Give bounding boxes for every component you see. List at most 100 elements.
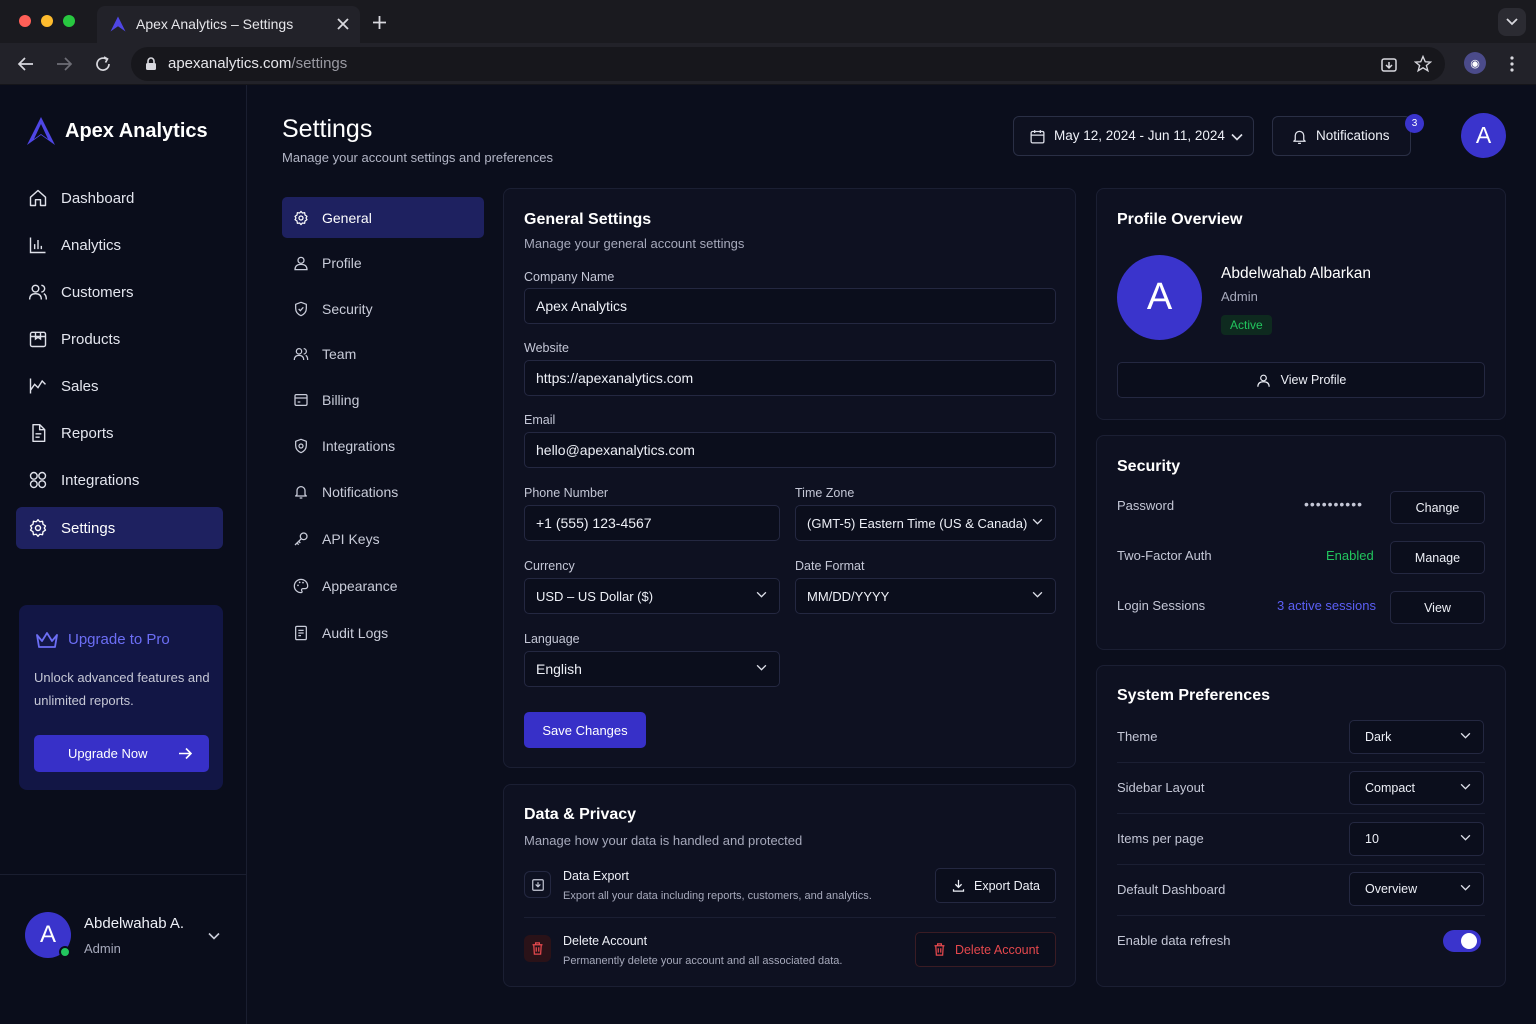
- divider: [1117, 864, 1485, 865]
- document-icon: [295, 625, 307, 640]
- maximize-window-button[interactable]: [63, 15, 75, 27]
- close-window-button[interactable]: [19, 15, 31, 27]
- default-dashboard-value: Overview: [1365, 882, 1418, 896]
- view-profile-button[interactable]: View Profile: [1117, 362, 1485, 398]
- reload-icon[interactable]: [94, 55, 112, 73]
- settings-tab-notifications[interactable]: Notifications: [282, 471, 484, 512]
- sidebar-layout-label: Sidebar Layout: [1117, 780, 1205, 795]
- chevron-down-icon: [1460, 884, 1471, 891]
- two-factor-status: Enabled: [1326, 548, 1374, 563]
- items-per-page-select[interactable]: 10: [1349, 822, 1484, 856]
- minimize-window-button[interactable]: [41, 15, 53, 27]
- sidebar-item-label: Products: [61, 330, 121, 348]
- gear-icon: [294, 210, 308, 225]
- sidebar-layout-select[interactable]: Compact: [1349, 771, 1484, 805]
- delete-account-button[interactable]: Delete Account: [915, 932, 1056, 967]
- toggle-knob: [1461, 933, 1477, 949]
- new-tab-icon[interactable]: [372, 15, 387, 30]
- sidebar-user-menu[interactable]: A Abdelwahab A. Admin: [0, 874, 247, 1024]
- website-label: Website: [524, 341, 569, 355]
- export-button-label: Export Data: [973, 878, 1040, 893]
- settings-tab-audit-logs[interactable]: Audit Logs: [282, 612, 484, 653]
- upgrade-text: Unlock advanced features and unlimited r…: [34, 670, 210, 708]
- settings-tab-integrations[interactable]: Integrations: [282, 425, 484, 466]
- sidebar-item-products[interactable]: Products: [16, 318, 223, 360]
- date-format-select[interactable]: MM/DD/YYYY: [795, 578, 1056, 614]
- back-arrow-icon[interactable]: [17, 55, 35, 73]
- divider: [1117, 762, 1485, 763]
- default-dashboard-select[interactable]: Overview: [1349, 872, 1484, 906]
- sidebar-item-integrations[interactable]: Integrations: [16, 459, 223, 501]
- url-text: apexanalytics.com/settings: [168, 55, 348, 72]
- install-app-icon[interactable]: [1380, 55, 1398, 73]
- app-root: Apex Analytics Dashboard Analytics Custo…: [0, 85, 1536, 1024]
- card-title: General Settings: [524, 211, 652, 228]
- browser-profile-avatar[interactable]: ◉: [1464, 52, 1486, 74]
- security-card: Security Password •••••••••• Change Two-…: [1096, 435, 1506, 650]
- lock-icon: [146, 57, 156, 70]
- close-tab-icon[interactable]: [336, 17, 350, 31]
- date-format-value: MM/DD/YYYY: [807, 588, 890, 604]
- sidebar: Apex Analytics Dashboard Analytics Custo…: [0, 85, 247, 1024]
- tab-search-button[interactable]: [1498, 8, 1526, 36]
- settings-tab-api-keys[interactable]: API Keys: [282, 518, 484, 559]
- sidebar-item-analytics[interactable]: Analytics: [16, 224, 223, 266]
- card-subtitle: Manage how your data is handled and prot…: [524, 833, 803, 848]
- settings-tab-general[interactable]: General: [282, 197, 484, 238]
- download-icon: [952, 879, 965, 892]
- upgrade-now-button[interactable]: Upgrade Now: [34, 735, 209, 772]
- data-refresh-toggle[interactable]: [1443, 930, 1481, 952]
- theme-select[interactable]: Dark: [1349, 720, 1484, 754]
- home-icon: [29, 189, 47, 207]
- user-icon: [1256, 374, 1270, 387]
- sidebar-item-dashboard[interactable]: Dashboard: [16, 177, 223, 219]
- settings-tab-security[interactable]: Security: [282, 288, 484, 329]
- notifications-button[interactable]: Notifications: [1272, 116, 1411, 156]
- trash-icon: [934, 943, 945, 956]
- website-input[interactable]: https://apexanalytics.com: [524, 360, 1056, 396]
- file-icon: [32, 423, 46, 443]
- sidebar-item-customers[interactable]: Customers: [16, 271, 223, 313]
- date-range-picker[interactable]: May 12, 2024 - Jun 11, 2024: [1013, 116, 1254, 156]
- card-title: Profile Overview: [1117, 211, 1243, 228]
- settings-tab-team[interactable]: Team: [282, 333, 484, 374]
- more-menu-icon[interactable]: [1509, 55, 1515, 73]
- language-select[interactable]: English: [524, 651, 780, 687]
- active-sessions-link[interactable]: 3 active sessions: [1277, 598, 1376, 613]
- bookmark-star-icon[interactable]: [1414, 55, 1432, 73]
- card-title: Data & Privacy: [524, 806, 637, 823]
- users-icon: [293, 347, 309, 360]
- sidebar-item-settings[interactable]: Settings: [16, 507, 223, 549]
- settings-tab-appearance[interactable]: Appearance: [282, 565, 484, 606]
- forward-arrow-icon[interactable]: [55, 55, 73, 73]
- settings-tab-billing[interactable]: Billing: [282, 379, 484, 420]
- date-format-label: Date Format: [795, 559, 865, 573]
- company-name-input[interactable]: Apex Analytics: [524, 288, 1056, 324]
- email-label: Email: [524, 413, 556, 427]
- change-password-button[interactable]: Change: [1390, 491, 1485, 524]
- email-input[interactable]: hello@apexanalytics.com: [524, 432, 1056, 468]
- view-sessions-button[interactable]: View: [1390, 591, 1485, 624]
- save-changes-button[interactable]: Save Changes: [524, 712, 646, 748]
- browser-tab[interactable]: Apex Analytics – Settings: [97, 6, 360, 43]
- address-bar[interactable]: apexanalytics.com/settings: [131, 47, 1445, 81]
- sidebar-item-reports[interactable]: Reports: [16, 412, 223, 454]
- phone-input[interactable]: +1 (555) 123-4567: [524, 505, 780, 541]
- shield-icon: [295, 301, 307, 316]
- theme-label: Theme: [1117, 729, 1158, 744]
- settings-tab-profile[interactable]: Profile: [282, 242, 484, 283]
- apex-logo-icon: [110, 16, 126, 32]
- general-settings-card: General Settings Manage your general acc…: [503, 188, 1076, 768]
- sidebar-item-label: Dashboard: [61, 189, 135, 207]
- currency-select[interactable]: USD – US Dollar ($): [524, 578, 780, 614]
- settings-tab-label: Appearance: [322, 577, 398, 594]
- timezone-select[interactable]: (GMT-5) Eastern Time (US & Canada): [795, 505, 1056, 541]
- manage-2fa-button[interactable]: Manage: [1390, 541, 1485, 574]
- export-data-button[interactable]: Export Data: [935, 868, 1056, 903]
- header-avatar[interactable]: A: [1461, 113, 1506, 158]
- profile-overview-card: Profile Overview A Abdelwahab Albarkan A…: [1096, 188, 1506, 420]
- upgrade-card: Upgrade to Pro Unlock advanced features …: [19, 605, 223, 790]
- timezone-value: (GMT-5) Eastern Time (US & Canada): [807, 515, 1028, 531]
- export-description: Export all your data including reports, …: [563, 890, 872, 902]
- sidebar-item-sales[interactable]: Sales: [16, 365, 223, 407]
